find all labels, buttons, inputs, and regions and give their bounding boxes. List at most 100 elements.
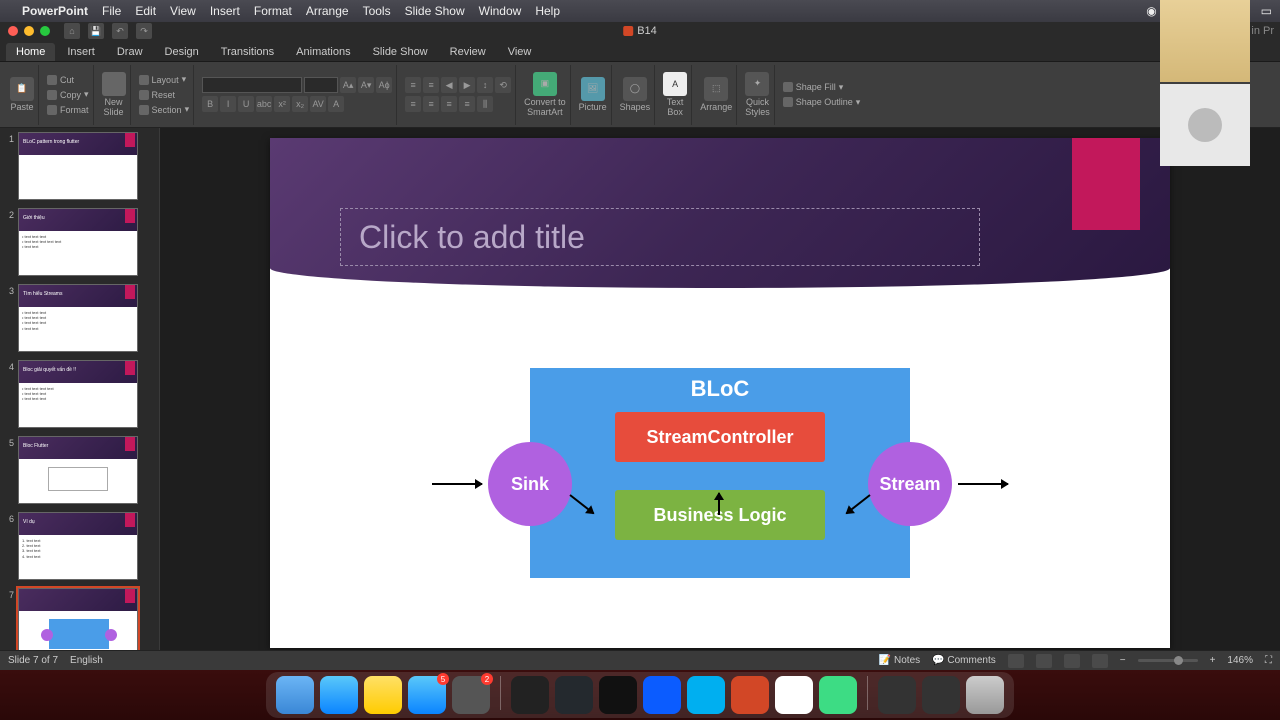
sorter-view-button[interactable] (1036, 654, 1052, 668)
terminal-icon[interactable] (599, 676, 637, 714)
close-window-button[interactable] (8, 26, 18, 36)
tab-slideshow[interactable]: Slide Show (363, 43, 438, 61)
section-button[interactable]: Section ▾ (139, 103, 190, 117)
zoom-level[interactable]: 146% (1227, 655, 1253, 666)
slide-thumbnail-6[interactable]: Ví dụ1. text text2. text text3. text tex… (18, 512, 138, 580)
sink-circle[interactable]: Sink (488, 442, 572, 526)
current-slide[interactable]: Click to add title BLoC StreamController… (270, 138, 1170, 648)
tab-design[interactable]: Design (155, 43, 209, 61)
stream-circle[interactable]: Stream (868, 442, 952, 526)
redo-icon[interactable]: ↷ (136, 23, 152, 39)
slide-accent-shape[interactable] (1072, 138, 1140, 230)
underline-button[interactable]: U (238, 96, 254, 112)
powerpoint-icon[interactable] (731, 676, 769, 714)
numbering-button[interactable]: ≡ (423, 77, 439, 93)
layout-button[interactable]: Layout ▾ (139, 73, 190, 87)
tab-view[interactable]: View (498, 43, 542, 61)
align-left-button[interactable]: ≡ (405, 96, 421, 112)
appstore-icon[interactable]: 5 (408, 676, 446, 714)
slide-thumbnail-7[interactable] (18, 588, 138, 650)
android-studio-icon[interactable] (819, 676, 857, 714)
justify-button[interactable]: ≡ (459, 96, 475, 112)
clear-format-icon[interactable]: Aϕ (376, 77, 392, 93)
paste-icon[interactable]: 📋 (10, 77, 34, 101)
fit-window-button[interactable]: ⛶ (1265, 655, 1272, 666)
title-placeholder[interactable]: Click to add title (340, 208, 980, 266)
font-color-button[interactable]: A (328, 96, 344, 112)
arrange-icon[interactable]: ⬚ (704, 77, 728, 101)
slideshow-view-button[interactable] (1092, 654, 1108, 668)
font-size-select[interactable] (304, 77, 338, 93)
italic-button[interactable]: I (220, 96, 236, 112)
new-slide-icon[interactable] (102, 72, 126, 96)
menu-tools[interactable]: Tools (363, 4, 391, 18)
fullscreen-window-button[interactable] (40, 26, 50, 36)
decrease-indent-button[interactable]: ◀ (441, 77, 457, 93)
skype-icon[interactable] (687, 676, 725, 714)
menu-file[interactable]: File (102, 4, 121, 18)
menu-format[interactable]: Format (254, 4, 292, 18)
tab-transitions[interactable]: Transitions (211, 43, 284, 61)
superscript-button[interactable]: x² (274, 96, 290, 112)
finder-icon[interactable] (276, 676, 314, 714)
slide-thumbnail-5[interactable]: Bloc Flutter (18, 436, 138, 504)
textbox-icon[interactable]: A (663, 72, 687, 96)
zoom-slider[interactable] (1138, 659, 1198, 662)
dock-folder-1[interactable] (878, 676, 916, 714)
dock-folder-2[interactable] (922, 676, 960, 714)
notes-icon[interactable] (364, 676, 402, 714)
reset-button[interactable]: Reset (139, 88, 190, 102)
reading-view-button[interactable] (1064, 654, 1080, 668)
bullets-button[interactable]: ≡ (405, 77, 421, 93)
menu-help[interactable]: Help (535, 4, 560, 18)
align-center-button[interactable]: ≡ (423, 96, 439, 112)
decrease-font-icon[interactable]: A▾ (358, 77, 374, 93)
chrome-icon[interactable] (775, 676, 813, 714)
convert-smartart-icon[interactable]: ▣ (533, 72, 557, 96)
slide-canvas[interactable]: Click to add title BLoC StreamController… (160, 128, 1280, 650)
zoom-in-button[interactable]: + (1210, 655, 1216, 666)
menu-insert[interactable]: Insert (210, 4, 240, 18)
cut-button[interactable]: Cut (47, 73, 89, 87)
trash-icon[interactable] (966, 676, 1004, 714)
picture-icon[interactable]: 🖼 (581, 77, 605, 101)
bold-button[interactable]: B (202, 96, 218, 112)
arrow-diag-2[interactable] (846, 494, 871, 514)
arrow-in[interactable] (432, 483, 482, 485)
tab-home[interactable]: Home (6, 43, 55, 61)
tab-review[interactable]: Review (440, 43, 496, 61)
shapes-icon[interactable]: ◯ (623, 77, 647, 101)
tab-draw[interactable]: Draw (107, 43, 153, 61)
safari-icon[interactable] (320, 676, 358, 714)
increase-font-icon[interactable]: A▴ (340, 77, 356, 93)
stream-controller-box[interactable]: StreamController (615, 412, 825, 462)
shape-fill-button[interactable]: Shape Fill ▾ (783, 80, 861, 94)
bloc-container[interactable]: BLoC StreamController Business Logic Sin… (530, 368, 910, 578)
copy-button[interactable]: Copy ▾ (47, 88, 89, 102)
activity-monitor-icon[interactable] (511, 676, 549, 714)
bloc-diagram[interactable]: BLoC StreamController Business Logic Sin… (505, 368, 935, 578)
tab-animations[interactable]: Animations (286, 43, 360, 61)
subscript-button[interactable]: x₂ (292, 96, 308, 112)
tab-insert[interactable]: Insert (57, 43, 105, 61)
text-direction-button[interactable]: ⟲ (495, 77, 511, 93)
battery-icon[interactable]: ▭ (1261, 4, 1272, 18)
github-icon[interactable] (555, 676, 593, 714)
quick-styles-icon[interactable]: ✦ (745, 72, 769, 96)
slide-thumbnail-3[interactable]: Tìm hiểu Streams• text text text• text t… (18, 284, 138, 352)
menu-edit[interactable]: Edit (135, 4, 156, 18)
home-icon[interactable]: ⌂ (64, 23, 80, 39)
notes-button[interactable]: 📝 Notes (879, 655, 920, 666)
slide-thumbnail-2[interactable]: Giới thiệu• text text text• text text te… (18, 208, 138, 276)
arrow-up[interactable] (718, 493, 720, 515)
columns-button[interactable]: ⫼ (477, 96, 493, 112)
font-family-select[interactable] (202, 77, 302, 93)
arrow-diag-1[interactable] (569, 494, 594, 514)
align-right-button[interactable]: ≡ (441, 96, 457, 112)
settings-icon[interactable]: 2 (452, 676, 490, 714)
status-icon[interactable]: ◉ (1146, 4, 1156, 18)
increase-indent-button[interactable]: ▶ (459, 77, 475, 93)
app-name[interactable]: PowerPoint (22, 4, 88, 18)
zoom-out-button[interactable]: − (1120, 655, 1126, 666)
zoom-icon[interactable] (643, 676, 681, 714)
